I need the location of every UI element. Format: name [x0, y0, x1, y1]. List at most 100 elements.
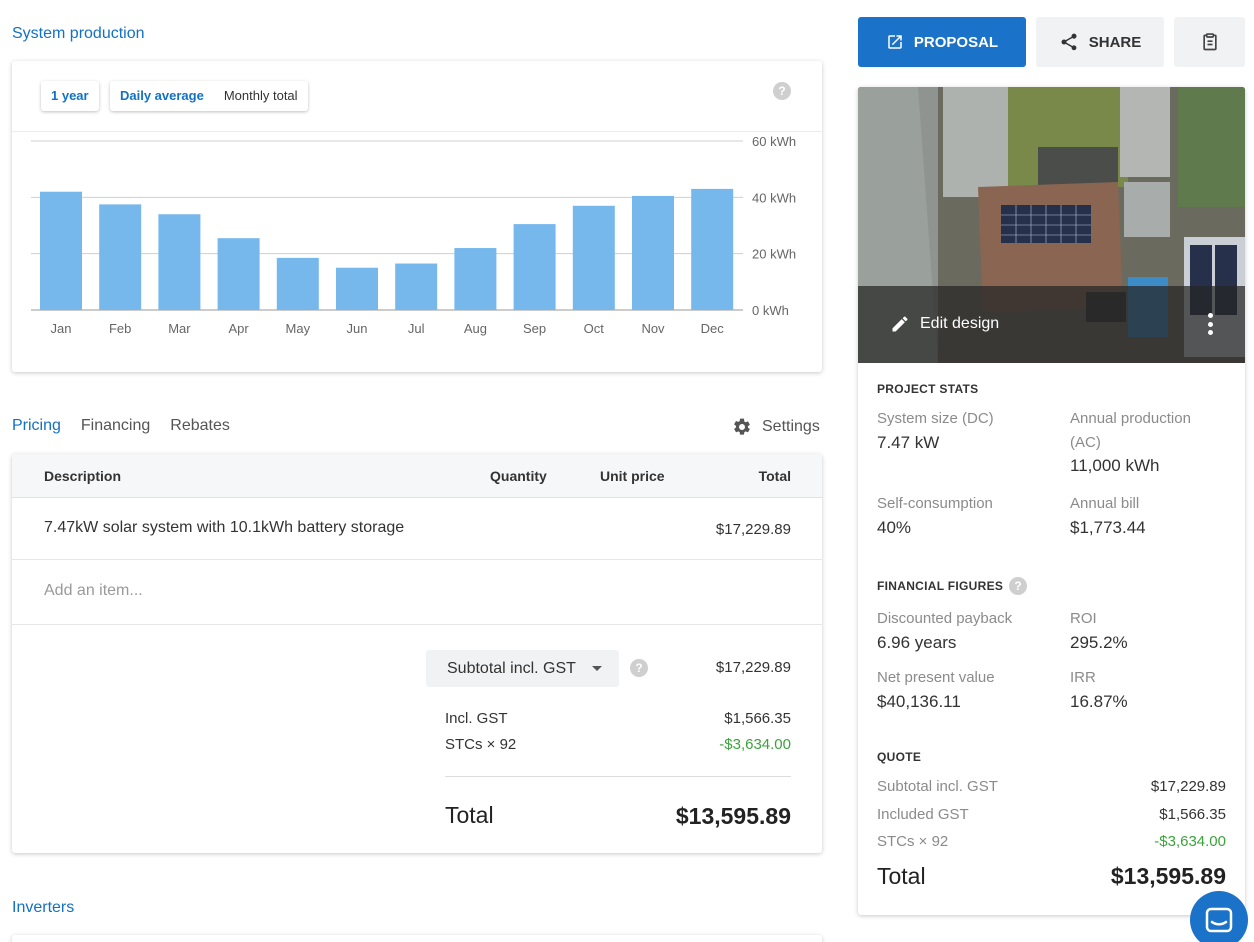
x-tick-label: May	[286, 321, 311, 336]
row-divider	[12, 624, 822, 625]
chat-launcher-button[interactable]	[1190, 891, 1248, 942]
settings-label: Settings	[762, 418, 820, 435]
bar-oct[interactable]	[572, 205, 615, 310]
unit-price-header: Unit price	[600, 468, 665, 484]
quote-gst-row: Included GST $1,566.35	[877, 806, 1226, 823]
quote-subtotal-label: Subtotal incl. GST	[877, 778, 998, 795]
bar-jun[interactable]	[336, 267, 378, 310]
monthly-total-toggle[interactable]: Monthly total	[214, 81, 308, 111]
stc-label: STCs × 92	[445, 736, 517, 753]
item-description: 7.47kW solar system with 10.1kWh battery…	[44, 519, 405, 536]
y-tick-label: 0 kWh	[752, 303, 789, 318]
bar-aug[interactable]	[454, 248, 497, 310]
total-value: $13,595.89	[675, 803, 791, 829]
roi-label: ROI	[1070, 610, 1097, 627]
period-1-year-button[interactable]: 1 year	[41, 81, 99, 111]
quote-total-value: $13,595.89	[1110, 863, 1226, 889]
help-icon[interactable]: ?	[630, 659, 648, 677]
irr-value: 16.87%	[1070, 692, 1128, 711]
x-tick-label: Sep	[523, 321, 546, 336]
total-header: Total	[758, 468, 791, 484]
payback-value: 6.96 years	[877, 633, 957, 652]
daily-average-toggle[interactable]: Daily average	[110, 81, 214, 111]
financial-figures-heading: FINANCIAL FIGURES	[877, 579, 1004, 593]
x-tick-label: Dec	[701, 321, 725, 336]
quote-subtotal-row: Subtotal incl. GST $17,229.89	[877, 778, 1226, 795]
chevron-down-icon	[592, 666, 602, 671]
add-item-input[interactable]: Add an item...	[44, 582, 143, 600]
design-summary-card: Edit design PROJECT STATS System size (D…	[858, 87, 1245, 915]
bar-jul[interactable]	[395, 263, 438, 310]
help-icon[interactable]: ?	[1009, 577, 1027, 595]
clipboard-icon	[1202, 33, 1217, 51]
production-chart-card: 1 year Daily average Monthly total ? Jan…	[12, 61, 822, 372]
share-button[interactable]: SHARE	[1036, 17, 1164, 67]
bar-dec[interactable]	[691, 188, 734, 310]
aerial-design-image[interactable]: Edit design	[858, 87, 1245, 363]
quote-stc-value: -$3,634.00	[1154, 833, 1226, 850]
proposal-label: PROPOSAL	[913, 33, 999, 51]
tab-financing[interactable]: Financing	[81, 417, 150, 435]
x-tick-label: Jan	[51, 321, 72, 336]
table-row[interactable]: 7.47kW solar system with 10.1kWh battery…	[12, 499, 822, 559]
more-options-icon[interactable]	[1207, 313, 1213, 335]
system-size-label: System size (DC)	[877, 410, 994, 427]
system-production-title: System production	[12, 25, 145, 42]
quote-stc-label: STCs × 92	[877, 833, 949, 850]
bar-jan[interactable]	[40, 191, 82, 310]
x-tick-label: Jul	[408, 321, 425, 336]
inverters-title: Inverters	[12, 899, 75, 916]
roi-value: 295.2%	[1070, 633, 1128, 652]
annual-bill-value: $1,773.44	[1070, 518, 1146, 537]
quote-gst-value: $1,566.35	[1159, 806, 1226, 823]
edit-design-label: Edit design	[920, 315, 1000, 332]
x-tick-label: Feb	[109, 321, 131, 336]
quote-total-row: Total $13,595.89	[877, 863, 1226, 890]
description-header: Description	[44, 468, 122, 484]
settings-button[interactable]: Settings	[732, 417, 820, 437]
quantity-header: Quantity	[490, 468, 547, 484]
period-selector[interactable]: 1 year	[41, 81, 99, 111]
bar-may[interactable]	[276, 257, 319, 310]
quote-heading: QUOTE	[877, 750, 922, 764]
bar-mar[interactable]	[158, 214, 201, 310]
item-total: $17,229.89	[715, 521, 791, 538]
edit-design-button[interactable]: Edit design	[890, 314, 999, 334]
row-divider	[12, 559, 822, 560]
payback-label: Discounted payback	[877, 610, 1013, 627]
production-bar-chart: Jan Feb Mar Apr May Jun Jul Aug Sep Oct Nov Dec 0 k…	[31, 134, 796, 336]
bar-sep[interactable]	[513, 224, 556, 310]
y-tick-label: 60 kWh	[752, 134, 796, 149]
share-label: SHARE	[1088, 33, 1142, 51]
tab-pricing[interactable]: Pricing	[12, 417, 61, 435]
annual-production-label: Annual production (AC)	[1070, 410, 1191, 451]
annual-production-value: 11,000 kWh	[1070, 456, 1160, 475]
stc-value: -$3,634.00	[719, 736, 791, 753]
bar-apr[interactable]	[217, 238, 260, 310]
subtotal-select-label: Subtotal incl. GST	[447, 660, 576, 677]
y-tick-label: 20 kWh	[752, 247, 796, 262]
table-header: Description Quantity Unit price Total	[12, 454, 822, 498]
quote-stc-row: STCs × 92 -$3,634.00	[877, 833, 1226, 850]
self-consumption-label: Self-consumption	[877, 495, 993, 512]
x-tick-label: Aug	[464, 321, 487, 336]
open-external-icon	[888, 35, 902, 49]
y-tick-label: 40 kWh	[752, 190, 796, 205]
tab-rebates[interactable]: Rebates	[170, 417, 230, 435]
bar-feb[interactable]	[99, 204, 142, 310]
subtotal-type-select[interactable]: Subtotal incl. GST	[426, 650, 619, 687]
x-tick-label: Mar	[168, 321, 191, 336]
gear-icon	[734, 418, 750, 435]
quote-subtotal-value: $17,229.89	[1150, 778, 1226, 795]
project-stats-heading: PROJECT STATS	[877, 382, 979, 396]
proposal-button[interactable]: PROPOSAL	[858, 17, 1026, 67]
help-icon[interactable]: ?	[773, 82, 791, 100]
npv-label: Net present value	[877, 669, 995, 686]
inverters-card	[12, 935, 822, 942]
quote-total-label: Total	[877, 863, 926, 889]
bar-nov[interactable]	[632, 195, 674, 310]
pricing-tabs: Pricing Financing Rebates	[12, 417, 230, 435]
annual-bill-label: Annual bill	[1070, 495, 1140, 512]
x-tick-label: Oct	[584, 321, 605, 336]
clipboard-button[interactable]	[1174, 17, 1245, 67]
